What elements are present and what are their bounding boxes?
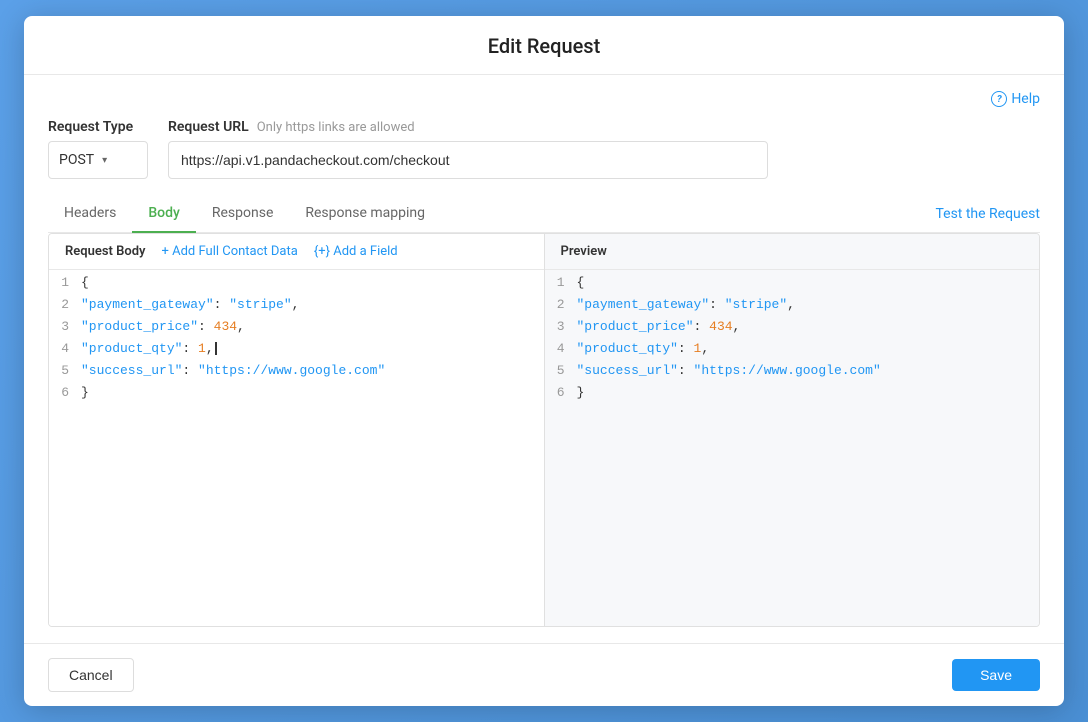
preview-line-3: 3 "product_price": 434, bbox=[545, 318, 1040, 340]
tab-response-mapping[interactable]: Response mapping bbox=[289, 195, 441, 233]
preview-line-4: 4 "product_qty": 1, bbox=[545, 340, 1040, 362]
modal-footer: Cancel Save bbox=[24, 643, 1064, 706]
url-hint: Only https links are allowed bbox=[257, 120, 415, 135]
tab-body[interactable]: Body bbox=[132, 195, 196, 233]
preview-title: Preview bbox=[561, 244, 607, 259]
url-label-group: Request URL Only https links are allowed bbox=[168, 119, 1040, 135]
request-body-editor[interactable]: 1 { 2 "payment_gateway": "stripe", 3 "pr… bbox=[49, 270, 544, 626]
code-line-3: 3 "product_price": 434, bbox=[49, 318, 544, 340]
help-link[interactable]: ? Help bbox=[991, 91, 1040, 107]
preview-code-area: 1 { 2 "payment_gateway": "stripe", 3 "pr… bbox=[545, 270, 1040, 626]
code-line-6: 6 } bbox=[49, 384, 544, 406]
preview-line-2: 2 "payment_gateway": "stripe", bbox=[545, 296, 1040, 318]
modal-title: Edit Request bbox=[488, 34, 601, 58]
request-type-label: Request Type bbox=[48, 119, 148, 135]
request-type-group: Request Type POST ▾ bbox=[48, 119, 148, 179]
tab-headers[interactable]: Headers bbox=[48, 195, 132, 233]
tab-response[interactable]: Response bbox=[196, 195, 290, 233]
modal-overlay: Edit Request ? Help Request Type POST ▾ bbox=[0, 0, 1088, 722]
add-full-contact-data-button[interactable]: + Add Full Contact Data bbox=[162, 244, 298, 259]
modal-container: Edit Request ? Help Request Type POST ▾ bbox=[24, 16, 1064, 706]
code-line-4: 4 "product_qty": 1, bbox=[49, 340, 544, 362]
request-body-pane: Request Body + Add Full Contact Data {+}… bbox=[49, 234, 544, 626]
code-line-5: 5 "success_url": "https://www.google.com… bbox=[49, 362, 544, 384]
tabs-left: Headers Body Response Response mapping bbox=[48, 195, 441, 232]
request-body-header: Request Body + Add Full Contact Data {+}… bbox=[49, 234, 544, 270]
preview-line-6: 6 } bbox=[545, 384, 1040, 406]
request-type-value: POST bbox=[59, 152, 94, 168]
help-row: ? Help bbox=[48, 91, 1040, 107]
request-type-select[interactable]: POST ▾ bbox=[48, 141, 148, 179]
preview-line-5: 5 "success_url": "https://www.google.com… bbox=[545, 362, 1040, 384]
cancel-button[interactable]: Cancel bbox=[48, 658, 134, 692]
code-line-1: 1 { bbox=[49, 274, 544, 296]
form-row: Request Type POST ▾ Request URL Only htt… bbox=[48, 119, 1040, 179]
preview-line-1: 1 { bbox=[545, 274, 1040, 296]
add-field-button[interactable]: {+} Add a Field bbox=[314, 244, 398, 259]
tabs-row: Headers Body Response Response mapping T… bbox=[48, 195, 1040, 233]
request-url-label: Request URL bbox=[168, 119, 249, 135]
request-url-input[interactable] bbox=[168, 141, 768, 179]
modal-header: Edit Request bbox=[24, 16, 1064, 75]
save-button[interactable]: Save bbox=[952, 659, 1040, 691]
test-request-button[interactable]: Test the Request bbox=[935, 198, 1040, 230]
preview-pane-header: Preview bbox=[545, 234, 1040, 270]
help-icon: ? bbox=[991, 91, 1007, 107]
code-line-2: 2 "payment_gateway": "stripe", bbox=[49, 296, 544, 318]
preview-pane: Preview 1 { 2 "payment_gateway": "stripe… bbox=[545, 234, 1040, 626]
editor-container: Request Body + Add Full Contact Data {+}… bbox=[48, 233, 1040, 627]
request-body-title: Request Body bbox=[65, 244, 146, 259]
modal-body: ? Help Request Type POST ▾ Request URL O… bbox=[24, 75, 1064, 643]
request-url-group: Request URL Only https links are allowed bbox=[168, 119, 1040, 179]
help-label: Help bbox=[1011, 91, 1040, 107]
chevron-down-icon: ▾ bbox=[102, 155, 107, 166]
